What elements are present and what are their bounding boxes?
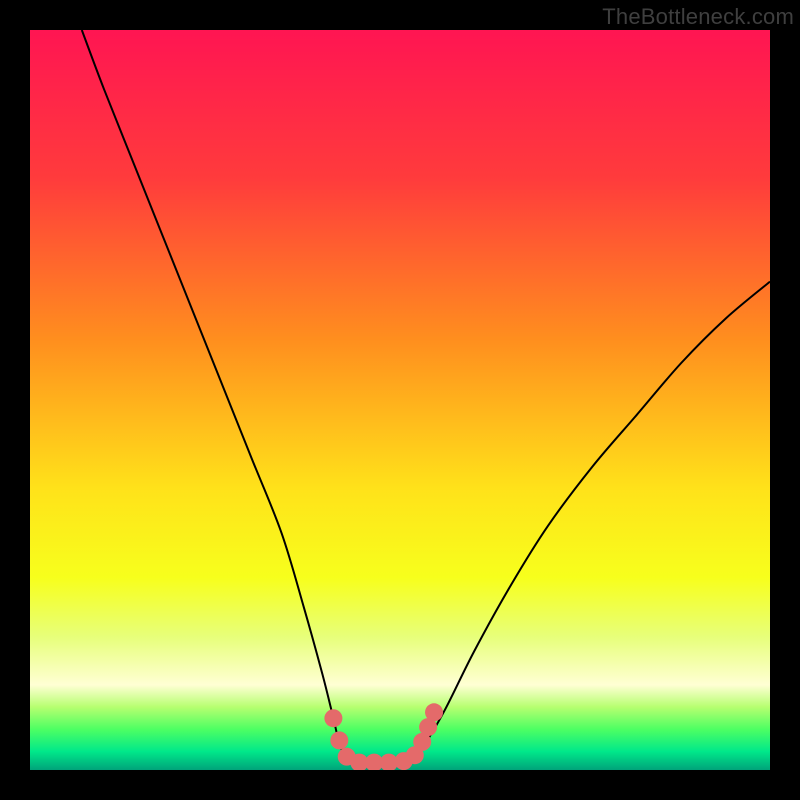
chart-svg <box>30 30 770 770</box>
watermark-text: TheBottleneck.com <box>602 4 794 30</box>
chart-background <box>30 30 770 770</box>
chart-marker-dot <box>425 703 443 721</box>
chart-marker-dot <box>324 709 342 727</box>
chart-plot-area <box>30 30 770 770</box>
chart-marker-dot <box>330 731 348 749</box>
